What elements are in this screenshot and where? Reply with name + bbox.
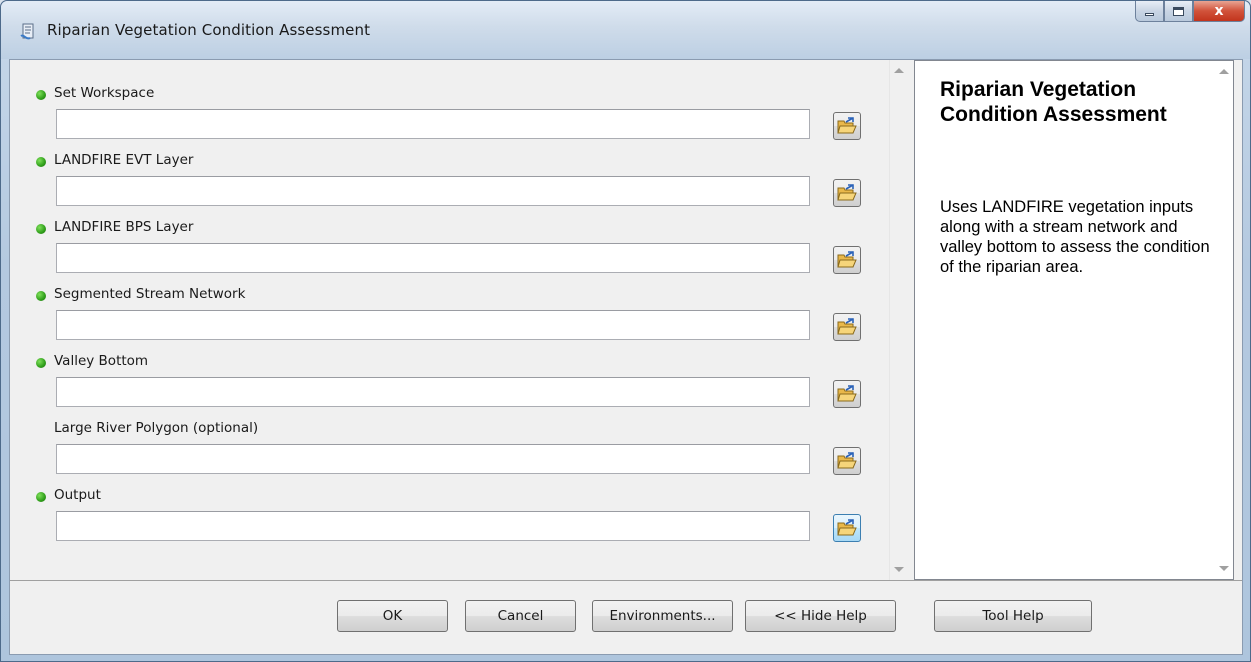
environments-button-label: Environments... <box>609 608 716 624</box>
open-folder-icon <box>837 385 857 402</box>
tool-help-button[interactable]: Tool Help <box>934 600 1092 632</box>
param-label-stream-network: Segmented Stream Network <box>54 286 246 302</box>
valley-bottom-input[interactable] <box>56 377 810 407</box>
open-folder-icon <box>837 117 857 134</box>
param-label-output: Output <box>54 487 101 503</box>
minimize-icon <box>1145 13 1154 16</box>
close-button[interactable]: x <box>1193 1 1245 22</box>
hide-help-button[interactable]: << Hide Help <box>745 600 896 632</box>
output-input[interactable] <box>56 511 810 541</box>
open-folder-icon <box>837 184 857 201</box>
help-title: Riparian Vegetation Condition Assessment <box>940 78 1167 126</box>
help-pane: Riparian Vegetation Condition Assessment… <box>914 60 1234 580</box>
browse-bps-button[interactable] <box>833 246 861 274</box>
required-indicator-icon <box>36 90 46 100</box>
browse-valley-bottom-button[interactable] <box>833 380 861 408</box>
param-label-valley-bottom: Valley Bottom <box>54 353 149 369</box>
required-indicator-icon <box>36 224 46 234</box>
help-scrollbar[interactable] <box>1216 61 1233 579</box>
browse-stream-network-button[interactable] <box>833 313 861 341</box>
title-bar[interactable]: Riparian Vegetation Condition Assessment… <box>1 1 1250 59</box>
maximize-button[interactable] <box>1164 1 1193 22</box>
window-title: Riparian Vegetation Condition Assessment <box>47 21 371 39</box>
tool-dialog-window: Riparian Vegetation Condition Assessment… <box>0 0 1251 662</box>
browse-output-button[interactable] <box>833 514 861 542</box>
required-indicator-icon <box>36 358 46 368</box>
browse-evt-button[interactable] <box>833 179 861 207</box>
window-controls: x <box>1135 1 1245 22</box>
browse-workspace-button[interactable] <box>833 112 861 140</box>
help-description: Uses LANDFIRE vegetation inputs along wi… <box>940 198 1210 276</box>
parameters-scrollbar[interactable] <box>889 60 907 580</box>
stream-network-input[interactable] <box>56 310 810 340</box>
open-folder-icon <box>837 519 857 536</box>
script-tool-icon <box>20 23 34 40</box>
scroll-up-arrow-icon[interactable] <box>1219 69 1229 74</box>
cancel-button-label: Cancel <box>497 608 544 624</box>
ok-button[interactable]: OK <box>337 600 448 632</box>
scroll-down-arrow-icon[interactable] <box>1219 566 1229 571</box>
cancel-button[interactable]: Cancel <box>465 600 576 632</box>
ok-button-label: OK <box>382 608 403 624</box>
button-bar-divider <box>10 580 1242 581</box>
close-icon: x <box>1214 3 1224 19</box>
param-label-large-river: Large River Polygon (optional) <box>54 420 259 436</box>
param-label-bps: LANDFIRE BPS Layer <box>54 219 194 235</box>
bps-layer-input[interactable] <box>56 243 810 273</box>
scroll-down-arrow-icon[interactable] <box>894 567 904 572</box>
tool-help-button-label: Tool Help <box>982 608 1044 624</box>
required-indicator-icon <box>36 492 46 502</box>
dialog-client-area: Set Workspace LANDFIRE EVT Layer LANDFIR… <box>9 59 1243 655</box>
evt-layer-input[interactable] <box>56 176 810 206</box>
param-label-evt: LANDFIRE EVT Layer <box>54 152 194 168</box>
large-river-input[interactable] <box>56 444 810 474</box>
scroll-up-arrow-icon[interactable] <box>894 68 904 73</box>
parameters-pane: Set Workspace LANDFIRE EVT Layer LANDFIR… <box>24 60 915 580</box>
required-indicator-icon <box>36 157 46 167</box>
workspace-input[interactable] <box>56 109 810 139</box>
param-label-workspace: Set Workspace <box>54 85 155 101</box>
open-folder-icon <box>837 318 857 335</box>
hide-help-button-label: << Hide Help <box>774 608 867 624</box>
minimize-button[interactable] <box>1135 1 1164 22</box>
required-indicator-icon <box>36 291 46 301</box>
open-folder-icon <box>837 452 857 469</box>
maximize-icon <box>1173 6 1184 16</box>
browse-large-river-button[interactable] <box>833 447 861 475</box>
environments-button[interactable]: Environments... <box>592 600 733 632</box>
open-folder-icon <box>837 251 857 268</box>
